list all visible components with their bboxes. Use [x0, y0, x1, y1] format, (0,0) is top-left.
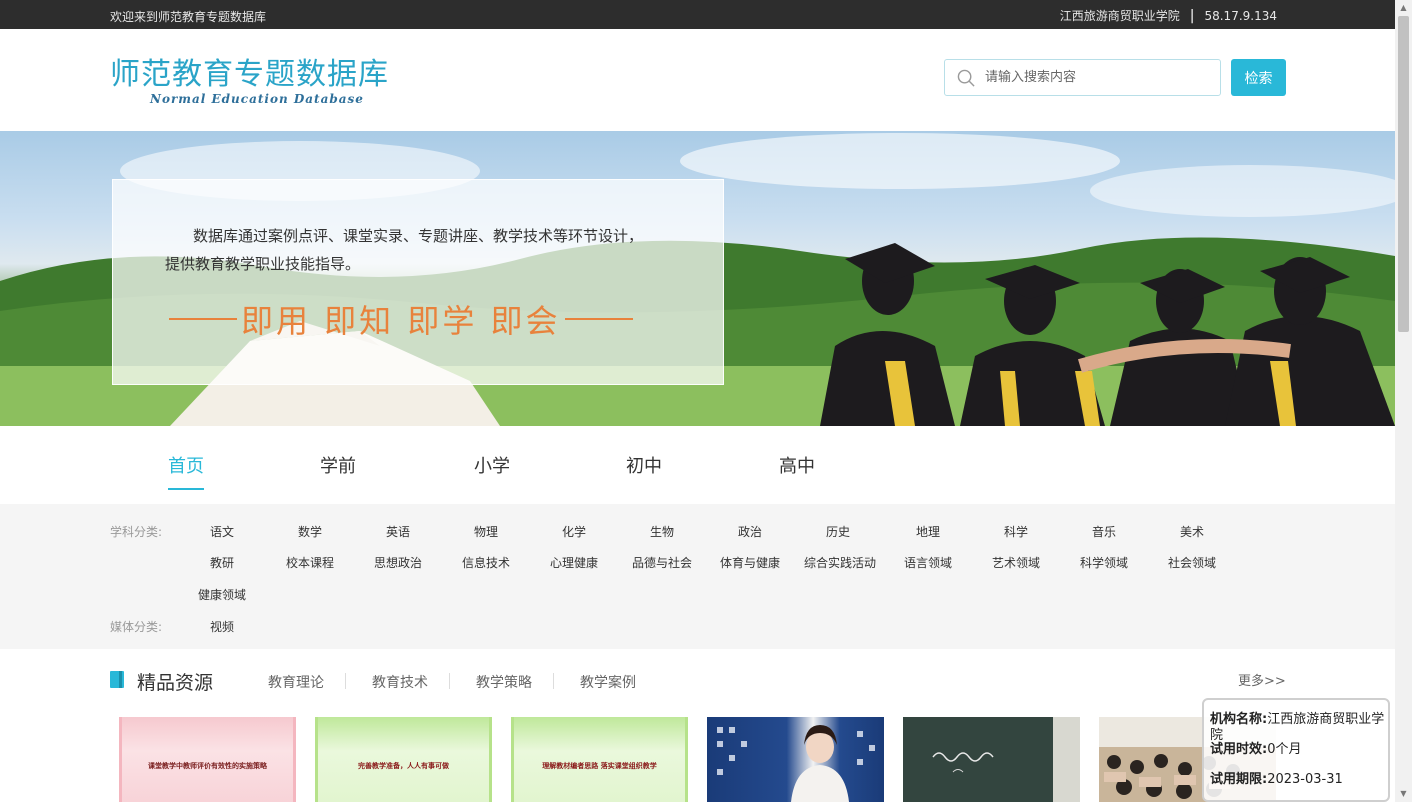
resource-thumbnail[interactable]	[707, 717, 884, 802]
logo-subtitle: Normal Education Database	[150, 92, 364, 106]
subject-item[interactable]: 品德与社会	[618, 554, 706, 571]
subject-item[interactable]: 数学	[266, 523, 354, 540]
resource-thumbnail[interactable]: 课堂教学中教师评价有效性的实施策略	[119, 717, 296, 802]
section-title: 精品资源	[137, 672, 214, 694]
section-tab[interactable]: 教学策略	[476, 672, 532, 692]
book-icon	[110, 671, 124, 688]
subject-item[interactable]: 教研	[178, 554, 266, 571]
logo-title[interactable]: 师范教育专题数据库	[110, 49, 389, 93]
scrollbar-thumb[interactable]	[1398, 16, 1409, 332]
org-label: 机构名称:	[1210, 712, 1268, 727]
org-row: 机构名称:江西旅游商贸职业学院	[1210, 712, 1388, 744]
subject-item[interactable]: 音乐	[1060, 523, 1148, 540]
subject-item[interactable]: 政治	[706, 523, 794, 540]
trial-info-popup: 机构名称:江西旅游商贸职业学院 试用时效:0个月 试用期限:2023-03-31	[1202, 698, 1390, 802]
subject-item[interactable]: 综合实践活动	[796, 554, 884, 571]
search-icon	[957, 69, 975, 87]
search-button[interactable]: 检索	[1231, 59, 1286, 96]
page-scrollbar[interactable]: ▲ ▼	[1395, 0, 1412, 802]
subject-item[interactable]: 科学	[972, 523, 1060, 540]
tab-divider	[553, 673, 554, 689]
nav-tab-junior-high[interactable]: 初中	[626, 452, 662, 478]
banner-slogan: 即用 即知 即学 即会	[165, 296, 637, 342]
deadline-label: 试用期限:	[1210, 772, 1268, 787]
slogan-right-rule	[564, 318, 633, 320]
subject-item[interactable]: 美术	[1148, 523, 1236, 540]
nav-tab-primary[interactable]: 小学	[474, 452, 510, 478]
subject-item[interactable]: 语言领域	[884, 554, 972, 571]
ip-address: 58.17.9.134	[1204, 8, 1277, 23]
topbar-separator: |	[1189, 7, 1195, 24]
subject-item[interactable]: 语文	[178, 523, 266, 540]
featured-section-header: 精品资源 教育理论 教育技术 教学策略 教学案例 更多>>	[0, 649, 1395, 709]
subject-category-label: 学科分类:	[110, 525, 163, 539]
search-input[interactable]	[985, 60, 1215, 95]
section-tab[interactable]: 教学案例	[580, 672, 636, 692]
thumbnail-caption: 课堂教学中教师评价有效性的实施策略	[148, 762, 267, 770]
topbar-right: 江西旅游商贸职业学院 | 58.17.9.134	[1060, 7, 1277, 24]
active-tab-indicator	[168, 488, 204, 490]
teacher-video-image	[717, 725, 875, 802]
resource-thumbnail[interactable]: 完善教学准备，人人有事可做	[315, 717, 492, 802]
subject-item[interactable]: 体育与健康	[706, 554, 794, 571]
subject-item[interactable]: 生物	[618, 523, 706, 540]
subject-item[interactable]: 英语	[354, 523, 442, 540]
subject-item[interactable]: 社会领域	[1148, 554, 1236, 571]
duration-value: 0个月	[1267, 742, 1302, 757]
deadline-value: 2023-03-31	[1267, 772, 1343, 787]
nav-tab-senior-high[interactable]: 高中	[779, 452, 815, 478]
slogan-text: 即用 即知 即学 即会	[241, 302, 561, 340]
nav-tab-home[interactable]: 首页	[168, 452, 204, 478]
hero-banner: 数据库通过案例点评、课堂实录、专题讲座、教学技术等环节设计， 提供教育教学职业技…	[0, 131, 1395, 426]
banner-text-panel: 数据库通过案例点评、课堂实录、专题讲座、教学技术等环节设计， 提供教育教学职业技…	[112, 179, 724, 385]
subject-item[interactable]: 信息技术	[442, 554, 530, 571]
subject-item[interactable]: 地理	[884, 523, 972, 540]
subject-item[interactable]: 科学领域	[1060, 554, 1148, 571]
subject-item[interactable]: 校本课程	[266, 554, 354, 571]
duration-row: 试用时效:0个月	[1210, 742, 1388, 758]
subject-item[interactable]: 历史	[794, 523, 882, 540]
media-item-video[interactable]: 视频	[178, 618, 266, 635]
tab-divider	[345, 673, 346, 689]
section-tab[interactable]: 教育理论	[268, 672, 324, 692]
resource-thumbnail[interactable]	[903, 717, 1080, 802]
top-bar: 欢迎来到师范教育专题数据库 江西旅游商贸职业学院 | 58.17.9.134	[0, 0, 1395, 29]
site-header: 师范教育专题数据库 Normal Education Database 检索	[0, 29, 1395, 131]
institution-name: 江西旅游商贸职业学院	[1059, 9, 1180, 23]
subject-item[interactable]: 健康领域	[178, 586, 266, 603]
section-tab[interactable]: 教育技术	[372, 672, 428, 692]
slogan-left-rule	[169, 318, 237, 320]
blackboard-image	[903, 717, 1080, 802]
nav-tab-preschool[interactable]: 学前	[320, 452, 356, 478]
tab-divider	[449, 673, 450, 689]
duration-label: 试用时效:	[1210, 742, 1268, 757]
search-box	[944, 59, 1221, 96]
scroll-down-icon[interactable]: ▼	[1395, 786, 1412, 802]
level-nav: 首页 学前 小学 初中 高中	[0, 426, 1395, 504]
banner-line-1: 数据库通过案例点评、课堂实录、专题讲座、教学技术等环节设计，	[193, 227, 644, 245]
subject-item[interactable]: 艺术领域	[972, 554, 1060, 571]
category-filter: 学科分类: 语文 数学 英语 物理 化学 生物 政治 历史 地理 科学 音乐 美…	[0, 504, 1395, 649]
media-category-label: 媒体分类:	[110, 620, 163, 634]
banner-description: 数据库通过案例点评、课堂实录、专题讲座、教学技术等环节设计， 提供教育教学职业技…	[165, 222, 685, 278]
subject-item[interactable]: 化学	[530, 523, 618, 540]
subject-item[interactable]: 心理健康	[530, 554, 618, 571]
thumbnail-caption: 完善教学准备，人人有事可做	[358, 762, 449, 770]
welcome-text: 欢迎来到师范教育专题数据库	[110, 10, 267, 24]
deadline-row: 试用期限:2023-03-31	[1210, 772, 1388, 788]
scroll-up-icon[interactable]: ▲	[1395, 0, 1412, 16]
resource-thumbnail[interactable]: 理解教材编者思路 落实课堂组织教学	[511, 717, 688, 802]
subject-item[interactable]: 思想政治	[354, 554, 442, 571]
more-link[interactable]: 更多>>	[1238, 670, 1286, 689]
thumbnail-caption: 理解教材编者思路 落实课堂组织教学	[542, 762, 657, 770]
banner-line-2: 提供教育教学职业技能指导。	[165, 255, 361, 273]
subject-item[interactable]: 物理	[442, 523, 530, 540]
